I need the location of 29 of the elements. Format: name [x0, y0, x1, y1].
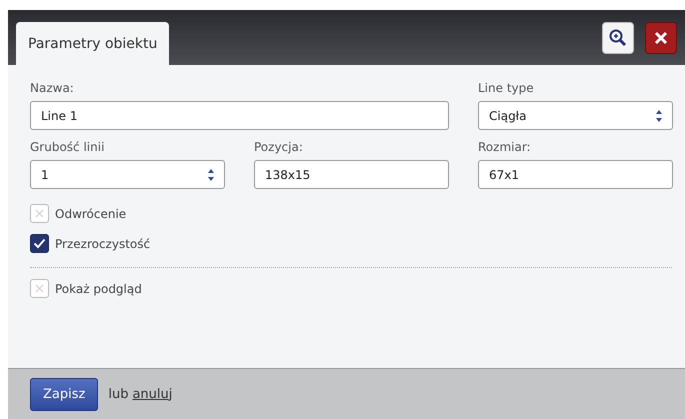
checkbox[interactable] — [30, 234, 49, 253]
magnifier-icon — [609, 29, 627, 47]
checkbox[interactable] — [30, 204, 49, 223]
number-field[interactable]: 1 — [30, 160, 225, 189]
checkbox-label: Pokaż podgląd — [55, 282, 142, 296]
checkmark-icon — [33, 238, 46, 249]
or-text: lub — [108, 386, 128, 402]
tab[interactable]: Parametry obiektu — [16, 22, 170, 65]
field-label: Pozycja: — [254, 140, 304, 154]
checkbox[interactable] — [30, 279, 49, 298]
input-field[interactable]: Line 1 — [30, 101, 449, 130]
select-field[interactable]: Ciągła — [478, 101, 673, 130]
up-down-arrows-icon — [208, 168, 214, 180]
field-label: Grubość linii — [30, 140, 106, 154]
input-field[interactable]: 138x15 — [254, 160, 449, 189]
cross-icon — [35, 209, 44, 218]
checkbox-label: Przezroczystość — [55, 236, 150, 250]
cancel-link[interactable]: anuluj — [132, 386, 172, 402]
close-button[interactable] — [645, 22, 677, 54]
cross-icon — [35, 284, 44, 293]
zoom-button[interactable] — [602, 22, 634, 54]
input-field[interactable]: 67x1 — [478, 160, 673, 189]
field-label: Nazwa: — [30, 81, 75, 95]
checkbox-label: Odwrócenie — [55, 206, 126, 220]
save-button[interactable]: Zapisz — [30, 378, 98, 410]
field-label: Line type — [478, 81, 535, 95]
field-label: Rozmiar: — [478, 140, 532, 154]
close-icon — [654, 31, 668, 45]
up-down-arrows-icon — [656, 110, 662, 122]
